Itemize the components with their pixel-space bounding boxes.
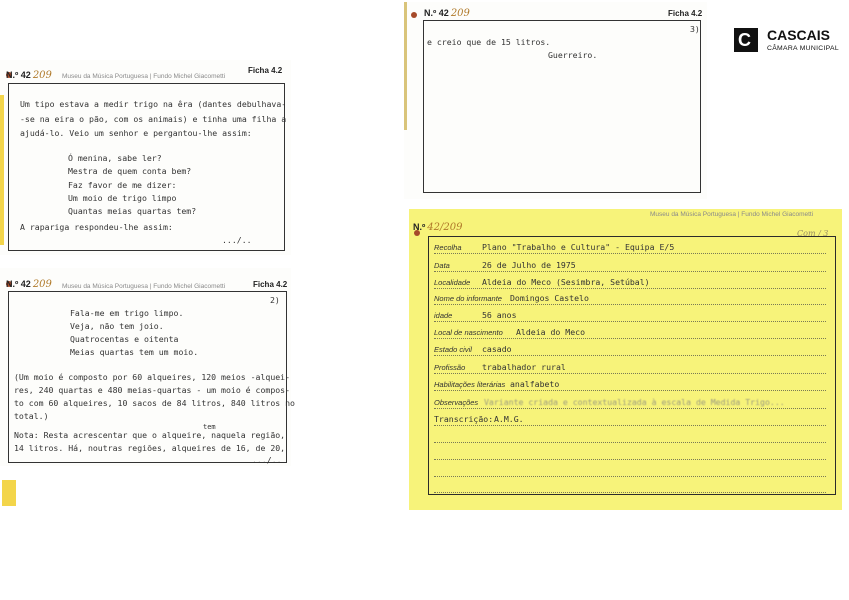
field-value: 26 de Julho de 1975 [482, 260, 576, 270]
form-row-idade: idade 56 anos [434, 307, 826, 322]
field-value: Aldeia do Meco [516, 327, 586, 337]
field-value: A.M.G. [494, 414, 524, 424]
form-row-estado-civil: Estado civil casado [434, 341, 826, 356]
field-label: Transcrição: [434, 414, 494, 424]
form-row-blank [434, 478, 826, 493]
field-value: trabalhador rural [482, 362, 566, 372]
form-row-recolha: Recolha Plano "Trabalho e Cultura" - Equ… [434, 239, 826, 254]
form-row-blank [434, 428, 826, 443]
field-label: Observações [434, 398, 479, 407]
form-row-habilitacoes: Habilitações literárias analfabeto [434, 376, 826, 391]
museum-caption: Museu da Música Portuguesa | Fundo Miche… [62, 73, 226, 80]
text-line: Um tipo estava a medir trigo na êra (dan… [20, 99, 287, 109]
page-number: 2) [270, 295, 280, 305]
cascais-logo-letter: C [738, 30, 751, 50]
card-edge-strip [0, 95, 4, 245]
form-row-blank [434, 445, 826, 460]
form-row-blank [434, 462, 826, 477]
field-value: Plano "Trabalho e Cultura" - Equipa E/5 [482, 242, 675, 252]
text-line: Um moio de trigo limpo [68, 193, 177, 203]
card-edge-strip [2, 480, 16, 506]
card-number: N.º 42 209 [424, 8, 470, 19]
pin-icon [411, 12, 417, 18]
text-line: Fala-me em trigo limpo. [70, 308, 184, 318]
logo-name: CASCAIS [767, 27, 831, 43]
field-value: casado [482, 344, 512, 354]
continuation-mark: .../.. [222, 235, 252, 245]
field-label: Local de nascimento [434, 328, 503, 337]
text-line: to com 60 alqueires, 10 sacos de 84 litr… [14, 398, 295, 408]
text-line: A rapariga respondeu-lhe assim: [20, 222, 173, 232]
ficha-label: Ficha 4.2 [668, 9, 703, 18]
text-line: Quantas meias quartas tem? [68, 206, 197, 216]
text-line: Quatrocentas e oitenta [70, 334, 179, 344]
logo-subtitle: CÂMARA MUNICIPAL [767, 45, 839, 52]
field-label: Estado civil [434, 345, 472, 354]
field-label: Recolha [434, 243, 462, 252]
text-line: Faz favor de me dizer: [68, 180, 177, 190]
text-line: Ó menina, sabe ler? [68, 153, 162, 163]
form-row-observacoes: Observações Variante criada e contextual… [434, 394, 826, 409]
field-label: idade [434, 311, 453, 320]
card-edge-strip [404, 2, 407, 130]
ficha-label: Ficha 4.2 [253, 280, 288, 289]
museum-caption: Museu da Música Portuguesa | Fundo Miche… [650, 211, 814, 218]
ficha-label: Ficha 4.2 [248, 66, 283, 75]
field-value: 56 anos [482, 310, 517, 320]
form-row-localidade: Localidade Aldeia do Meco (Sesimbra, Set… [434, 274, 826, 289]
form-row-informante: Nome do informante Domingos Castelo [434, 290, 826, 305]
field-value: Aldeia do Meco (Sesimbra, Setúbal) [482, 277, 650, 287]
text-line: Meias quartas tem um moio. [70, 347, 199, 357]
field-value: Variante criada e contextualizada à esca… [484, 397, 785, 407]
field-label: Localidade [434, 278, 471, 287]
card-number: N.º 42 209 [6, 279, 52, 290]
text-line: ajudá-lo. Veio um senhor e pergantou-lhe… [20, 128, 252, 138]
field-label: Habilitações literárias [434, 380, 506, 389]
page-number: 3) [690, 24, 700, 34]
signature-line: Guerreiro. [548, 50, 598, 60]
continuation-mark: .../.. [252, 455, 282, 465]
field-label: Data [434, 261, 450, 270]
text-line: Mestra de quem conta bem? [68, 166, 192, 176]
text-line: res, 240 quartas e 480 meias-quartas - u… [14, 385, 291, 395]
form-row-transcricao: Transcrição: A.M.G. [434, 411, 826, 426]
field-label: Nome do informante [434, 294, 502, 303]
form-row-nascimento: Local de nascimento Aldeia do Meco [434, 324, 826, 339]
field-label: Profissão [434, 363, 466, 372]
field-value: analfabeto [510, 379, 560, 389]
text-line: -se na eira o pão, com os animais) e tin… [20, 114, 287, 124]
form-row-profissao: Profissão trabalhador rural [434, 359, 826, 374]
text-line: Nota: Resta acrescentar que o alqueire, … [14, 430, 286, 440]
field-value: Domingos Castelo [510, 293, 589, 303]
card-number: N.º 42/209 [413, 222, 463, 233]
text-line: (Um moio é composto por 60 alqueires, 12… [14, 372, 291, 382]
card-number: N.º 42 209 [6, 70, 52, 81]
text-line: Veja, não tem joio. [70, 321, 164, 331]
form-row-data: Data 26 de Julho de 1975 [434, 257, 826, 272]
text-line: e creio que de 15 litros. [427, 37, 551, 47]
text-line: 14 litros. Há, noutras regiões, alqueire… [14, 443, 286, 453]
museum-caption: Museu da Música Portuguesa | Fundo Miche… [62, 283, 226, 290]
text-line: total.) [14, 411, 49, 421]
